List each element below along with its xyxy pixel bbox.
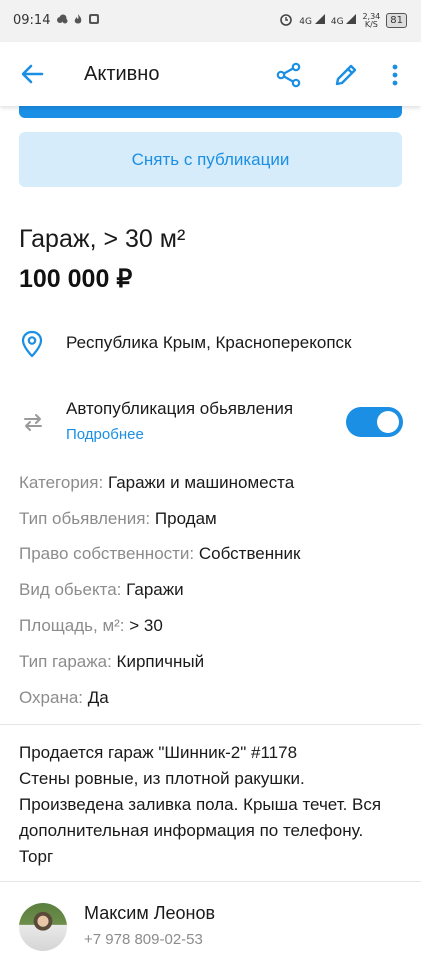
attribute-key: Вид обьекта: xyxy=(19,580,122,599)
share-button[interactable] xyxy=(276,62,302,88)
attribute-value: Гаражи и машиноместа xyxy=(107,473,295,492)
arrow-left-icon xyxy=(21,64,44,84)
toggle-knob xyxy=(377,411,399,433)
attribute-row: Охрана: Да xyxy=(19,688,109,708)
listing-price: 100 000 ₽ xyxy=(19,265,133,293)
description: Продается гараж "Шинник-2" #1178 Стены р… xyxy=(19,740,404,870)
notification-icons xyxy=(56,13,100,25)
app-bar: Активно xyxy=(0,42,421,106)
attribute-row: Право собственности: Собственник xyxy=(19,544,300,564)
seller-avatar[interactable] xyxy=(19,903,67,951)
back-button[interactable] xyxy=(18,60,46,88)
battery-indicator: 81 xyxy=(386,13,407,28)
net-speed-unit: K/S xyxy=(364,19,378,29)
description-line: Произведена заливка пола. Крыша течет. В… xyxy=(19,795,382,814)
repeat-arrows-icon xyxy=(21,410,45,434)
status-time: 09:14 xyxy=(13,13,51,28)
seller-name[interactable]: Максим Леонов xyxy=(84,903,215,924)
signal-2-label: 4G xyxy=(330,17,344,27)
attribute-key: Охрана: xyxy=(19,688,84,707)
attribute-row: Вид обьекта: Гаражи xyxy=(19,580,184,600)
description-line: Стены ровные, из плотной ракушки. xyxy=(19,769,305,788)
attribute-key: Тип обьявления: xyxy=(19,509,151,528)
app-icon xyxy=(88,13,100,25)
alarm-icon xyxy=(279,12,293,29)
attribute-key: Тип гаража: xyxy=(19,652,112,671)
description-line: дополнительная информация по телефону. xyxy=(19,821,364,840)
status-bar: 09:14 4G 4G 2,34 K/S 81 xyxy=(0,0,421,42)
edit-button[interactable] xyxy=(332,61,360,89)
autopublish-label: Автопубликация обьявления xyxy=(66,399,294,418)
autopublish-toggle[interactable] xyxy=(346,407,403,437)
attribute-value: Гаражи xyxy=(126,580,184,599)
cloud-icon xyxy=(56,13,68,25)
attribute-value: > 30 xyxy=(129,616,163,635)
attribute-key: Категория: xyxy=(19,473,104,492)
status-right: 4G 4G 2,34 K/S 81 xyxy=(279,12,407,29)
divider xyxy=(0,724,421,725)
pencil-icon xyxy=(335,64,357,86)
fire-icon xyxy=(72,13,84,25)
location-text: Республика Крым, Красноперекопск xyxy=(66,333,352,352)
more-vertical-icon xyxy=(392,64,398,86)
more-button[interactable] xyxy=(385,62,405,88)
page-title: Активно xyxy=(84,63,160,85)
attribute-value: Собственник xyxy=(198,544,301,563)
attribute-row: Тип гаража: Кирпичный xyxy=(19,652,204,672)
net-speed: 2,34 K/S xyxy=(362,12,380,29)
attribute-value: Да xyxy=(87,688,109,707)
autopublish-more-link[interactable]: Подробнее xyxy=(66,426,144,443)
attribute-row: Категория: Гаражи и машиноместа xyxy=(19,473,294,493)
attribute-key: Площадь, м²: xyxy=(19,616,125,635)
unpublish-button[interactable]: Снять с публикации xyxy=(19,132,402,187)
attribute-value: Продам xyxy=(154,509,217,528)
location-pin-icon xyxy=(21,330,43,358)
share-icon xyxy=(276,62,301,88)
signal-1: 4G xyxy=(299,14,325,27)
listing-title: Гараж, > 30 м² xyxy=(19,225,186,253)
divider xyxy=(0,881,421,882)
attribute-value: Кирпичный xyxy=(116,652,205,671)
signal-1-label: 4G xyxy=(299,17,312,27)
description-line: Продается гараж "Шинник-2" #1178 xyxy=(19,743,298,762)
attribute-row: Тип обьявления: Продам xyxy=(19,509,217,529)
attribute-row: Площадь, м²: > 30 xyxy=(19,616,163,636)
seller-phone[interactable]: +7 978 809-02-53 xyxy=(84,931,203,948)
description-line: Торг xyxy=(19,847,54,866)
signal-2: 4G xyxy=(331,14,357,27)
attribute-key: Право собственности: xyxy=(19,544,195,563)
